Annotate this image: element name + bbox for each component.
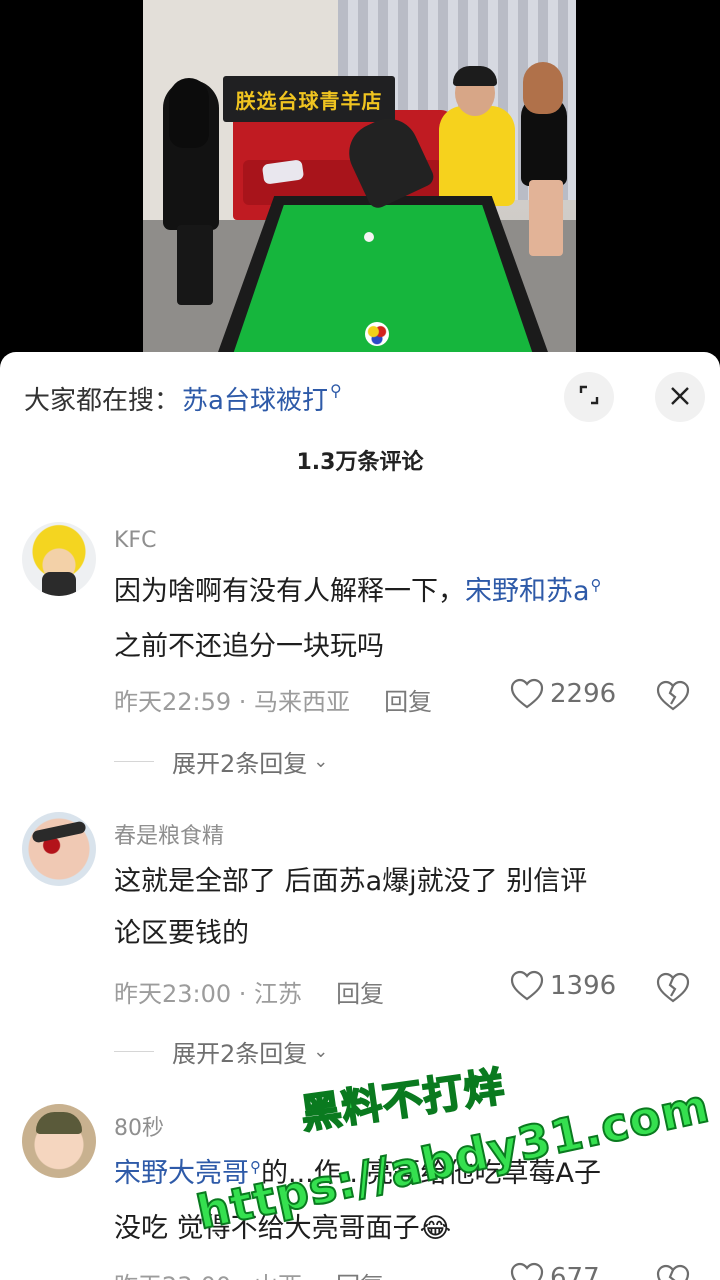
comment-username[interactable]: 80秒 bbox=[114, 1110, 164, 1142]
chevron-down-icon: ⌄ bbox=[313, 1041, 329, 1062]
person-right-legs bbox=[529, 180, 563, 256]
comment-username[interactable]: 春是粮食精 bbox=[114, 818, 224, 850]
broken-heart-icon bbox=[656, 680, 690, 711]
comment-text: 因为啥啊有没有人解释一下，宋野和苏a⚲ 之前不还追分一块玩吗 bbox=[114, 566, 704, 673]
comment-meta: 昨天22:59 · 马来西亚 回复 bbox=[114, 682, 432, 717]
shop-sign: 朕选台球青羊店 bbox=[223, 76, 395, 122]
like-button[interactable]: 1396 bbox=[510, 970, 616, 1002]
close-icon bbox=[669, 381, 691, 414]
ball-rack bbox=[365, 322, 389, 346]
heart-icon bbox=[510, 970, 544, 1001]
comment-meta: 昨天23:00 · 江苏 回复 bbox=[114, 974, 384, 1009]
broken-heart-icon bbox=[656, 1264, 690, 1280]
dislike-button[interactable] bbox=[656, 680, 690, 716]
reply-button[interactable]: 回复 bbox=[336, 974, 384, 1009]
person-yellow-cap bbox=[453, 66, 497, 86]
broken-heart-icon bbox=[656, 972, 690, 1003]
video-frame: 朕选台球青羊店 bbox=[143, 0, 576, 360]
like-count: 677 bbox=[550, 1263, 600, 1280]
comment-text-line2: 论区要钱的 bbox=[114, 918, 249, 949]
divider-line bbox=[114, 1051, 154, 1052]
like-button[interactable]: 2296 bbox=[510, 678, 616, 710]
comment-time-location: 昨天23:00 · 江苏 bbox=[114, 980, 303, 1008]
person-yellow-shirt bbox=[439, 106, 515, 206]
dislike-button[interactable] bbox=[656, 972, 690, 1008]
comment-username[interactable]: KFC bbox=[114, 528, 156, 553]
expand-button[interactable] bbox=[564, 372, 614, 422]
video-player[interactable]: 朕选台球青羊店 bbox=[0, 0, 720, 360]
avatar[interactable] bbox=[22, 812, 96, 886]
comment-time-location: 昨天22:59 · 马来西亚 bbox=[114, 688, 351, 716]
like-count: 1396 bbox=[550, 971, 617, 1001]
trending-search-term[interactable]: 苏a台球被打 bbox=[182, 380, 328, 417]
expand-replies[interactable]: 展开2条回复 ⌄ bbox=[114, 1034, 328, 1069]
person-left-legs bbox=[177, 225, 213, 305]
search-icon: ⚲ bbox=[329, 380, 342, 400]
comment-text-line1: 这就是全部了 后面苏a爆j就没了 别信评 bbox=[114, 866, 588, 897]
comment-meta: 昨天23:00 · 山西 回复 bbox=[114, 1266, 384, 1280]
avatar[interactable] bbox=[22, 522, 96, 596]
divider-line bbox=[114, 761, 154, 762]
reply-button[interactable]: 回复 bbox=[384, 682, 432, 717]
trending-search[interactable]: 大家都在搜： 苏a台球被打 ⚲ bbox=[24, 378, 342, 418]
chevron-down-icon: ⌄ bbox=[313, 751, 329, 772]
heart-icon bbox=[510, 678, 544, 709]
cue-ball bbox=[364, 232, 374, 242]
expand-replies[interactable]: 展开2条回复 ⌄ bbox=[114, 744, 328, 779]
person-right-head bbox=[523, 62, 563, 114]
expand-icon bbox=[577, 383, 601, 411]
search-icon: ⚲ bbox=[590, 576, 602, 594]
expand-replies-label: 展开2条回复 bbox=[172, 1040, 308, 1068]
avatar[interactable] bbox=[22, 1104, 96, 1178]
comment-time-location: 昨天23:00 · 山西 bbox=[114, 1266, 302, 1280]
close-button[interactable] bbox=[655, 372, 705, 422]
dislike-button[interactable] bbox=[656, 1264, 690, 1280]
heart-icon bbox=[510, 1262, 544, 1280]
comment-text-line1: 因为啥啊有没有人解释一下， bbox=[114, 576, 465, 607]
like-count: 2296 bbox=[550, 679, 617, 709]
reply-button[interactable]: 回复 bbox=[336, 1266, 384, 1280]
comment-search-link[interactable]: 宋野和苏a bbox=[465, 576, 590, 607]
comment-text: 这就是全部了 后面苏a爆j就没了 别信评 论区要钱的 bbox=[114, 856, 704, 960]
comment-count-title: 1.3万条评论 bbox=[296, 450, 424, 475]
comment-text-line2: 之前不还追分一块玩吗 bbox=[114, 631, 384, 662]
like-button[interactable]: 677 bbox=[510, 1262, 600, 1280]
person-left-hair bbox=[169, 78, 209, 148]
trending-search-prefix: 大家都在搜： bbox=[24, 385, 181, 416]
expand-replies-label: 展开2条回复 bbox=[172, 750, 308, 778]
